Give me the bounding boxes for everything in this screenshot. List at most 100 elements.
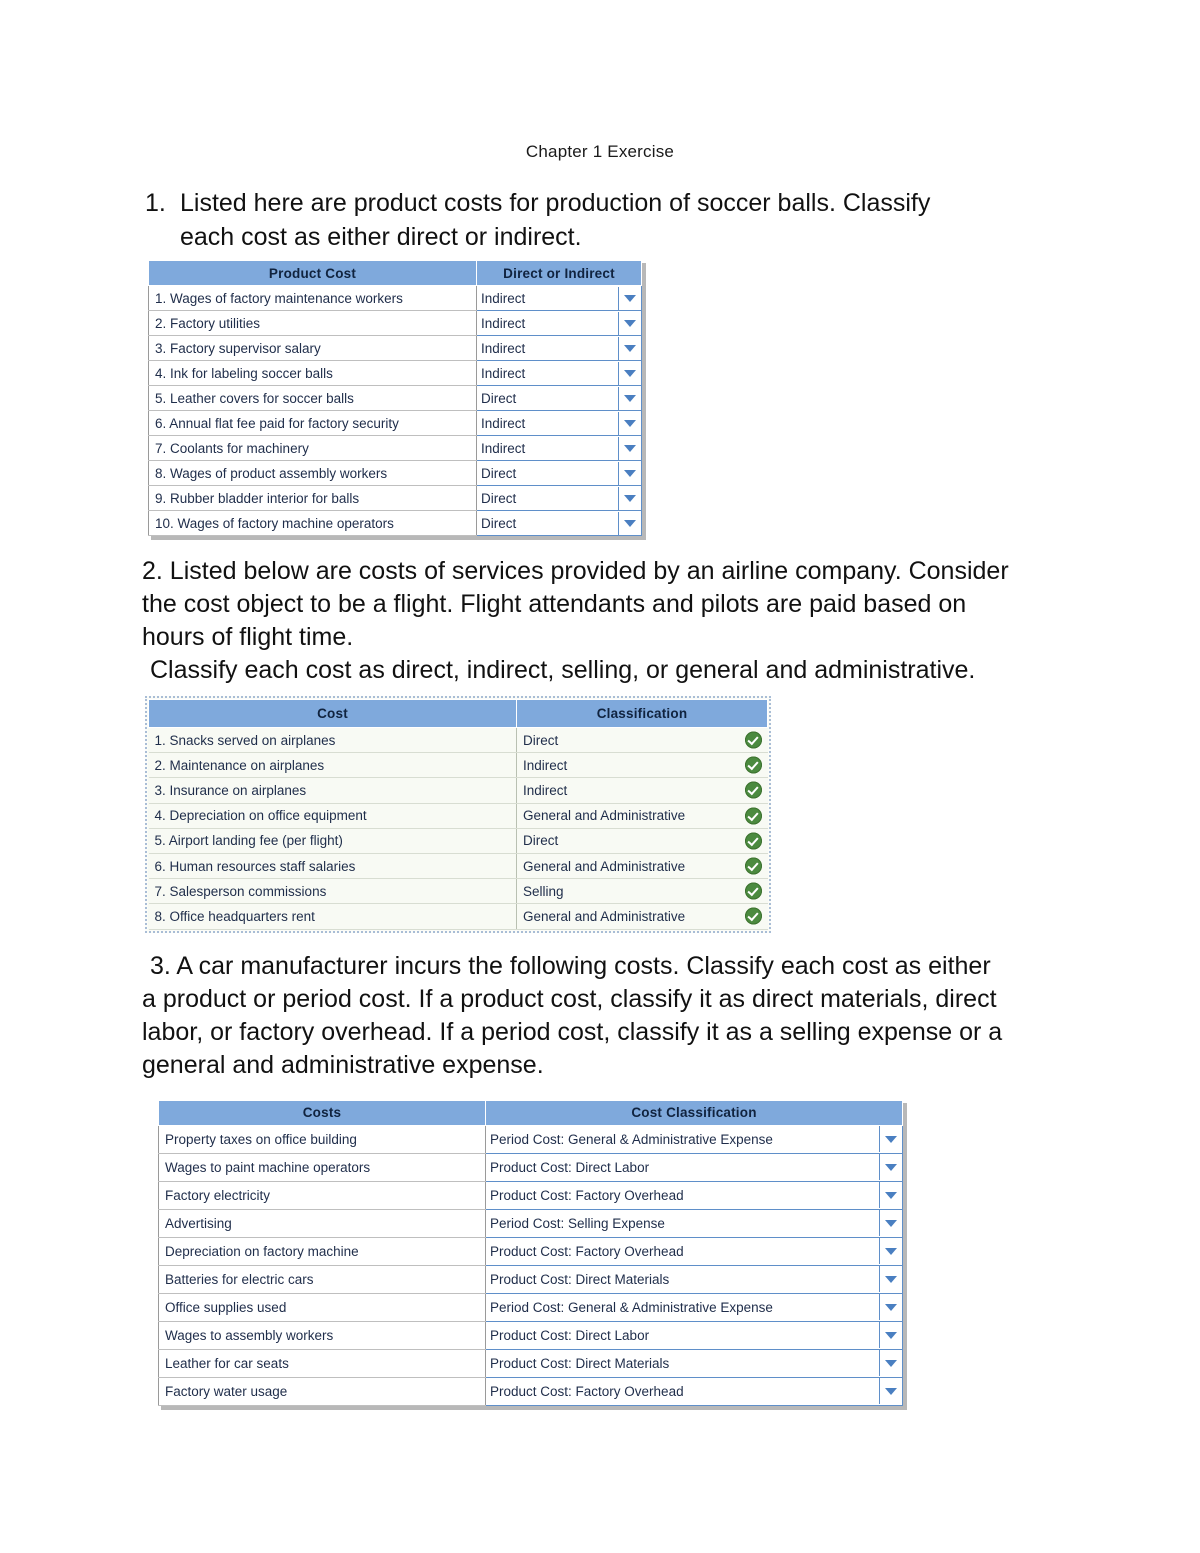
- dropdown-button[interactable]: [619, 411, 641, 435]
- question-1-line-1: 1. Listed here are product costs for pro…: [145, 186, 1060, 220]
- cost-label: 7. Salesperson commissions: [148, 878, 517, 905]
- question-1-text: 1. Listed here are product costs for pro…: [0, 186, 1200, 254]
- dropdown-value: Indirect: [478, 286, 619, 310]
- check-circle-icon: [744, 882, 762, 900]
- dropdown-button[interactable]: [880, 1378, 902, 1404]
- classification-dropdown[interactable]: Product Cost: Factory Overhead: [485, 1236, 903, 1266]
- cost-label: Factory water usage: [158, 1376, 486, 1406]
- question-3-line-2: a product or period cost. If a product c…: [142, 984, 997, 1013]
- cost-label: 3. Factory supervisor salary: [148, 335, 477, 361]
- classification-dropdown[interactable]: Indirect: [476, 310, 642, 336]
- classification-dropdown[interactable]: Period Cost: General & Administrative Ex…: [485, 1292, 903, 1322]
- dropdown-button[interactable]: [880, 1210, 902, 1236]
- classification-cell: Selling: [516, 878, 768, 905]
- dropdown-value: Product Cost: Factory Overhead: [487, 1378, 880, 1404]
- question-1-table-wrapper: Product Cost Direct or Indirect 1. Wages…: [0, 260, 1200, 541]
- dropdown-button[interactable]: [880, 1154, 902, 1180]
- question-2-table-wrapper: Cost Classification 1. Snacks served on …: [0, 696, 1200, 938]
- chevron-down-icon: [885, 1219, 897, 1227]
- dropdown-value: Indirect: [478, 311, 619, 335]
- classification-cell: General and Administrative: [516, 903, 768, 930]
- dropdown-button[interactable]: [619, 336, 641, 360]
- classification-cell: Indirect: [516, 777, 768, 804]
- dropdown-value: Direct: [478, 511, 619, 535]
- cost-label: Office supplies used: [158, 1292, 486, 1322]
- dropdown-button[interactable]: [619, 286, 641, 310]
- cost-label: 7. Coolants for machinery: [148, 435, 477, 461]
- cost-label: 8. Wages of product assembly workers: [148, 460, 477, 486]
- dropdown-value: Indirect: [478, 411, 619, 435]
- table-row: 9. Rubber bladder interior for balls Dir…: [148, 485, 642, 511]
- dropdown-value: Product Cost: Factory Overhead: [487, 1182, 880, 1208]
- cost-label: 9. Rubber bladder interior for balls: [148, 485, 477, 511]
- classification-dropdown[interactable]: Direct: [476, 460, 642, 486]
- classification-dropdown[interactable]: Indirect: [476, 435, 642, 461]
- dropdown-button[interactable]: [880, 1266, 902, 1292]
- classification-value: Direct: [523, 833, 559, 849]
- classification-value: General and Administrative: [523, 808, 686, 824]
- car-cost-table: Costs Cost Classification Property taxes…: [158, 1099, 903, 1406]
- table-row: Factory water usage Product Cost: Factor…: [158, 1376, 903, 1406]
- table-row: 6. Annual flat fee paid for factory secu…: [148, 410, 642, 436]
- classification-dropdown[interactable]: Product Cost: Direct Labor: [485, 1320, 903, 1350]
- classification-dropdown[interactable]: Indirect: [476, 360, 642, 386]
- column-header-costs: Costs: [158, 1099, 486, 1126]
- classification-dropdown[interactable]: Product Cost: Direct Materials: [485, 1348, 903, 1378]
- dropdown-button[interactable]: [619, 436, 641, 460]
- dropdown-button[interactable]: [619, 461, 641, 485]
- classification-dropdown[interactable]: Direct: [476, 510, 642, 536]
- dropdown-button[interactable]: [619, 511, 641, 535]
- dropdown-button[interactable]: [880, 1126, 902, 1152]
- chevron-down-icon: [885, 1247, 897, 1255]
- check-circle-icon: [744, 731, 762, 749]
- classification-dropdown[interactable]: Indirect: [476, 410, 642, 436]
- classification-dropdown[interactable]: Period Cost: Selling Expense: [485, 1208, 903, 1238]
- classification-dropdown[interactable]: Product Cost: Direct Labor: [485, 1152, 903, 1182]
- classification-dropdown[interactable]: Indirect: [476, 335, 642, 361]
- table-row: Depreciation on factory machine Product …: [158, 1236, 903, 1266]
- dropdown-button[interactable]: [880, 1238, 902, 1264]
- classification-dropdown[interactable]: Indirect: [476, 285, 642, 311]
- chevron-down-icon: [885, 1303, 897, 1311]
- table-row: 3. Insurance on airplanes Indirect: [148, 777, 768, 804]
- question-1-number: 1.: [145, 189, 166, 217]
- dropdown-value: Period Cost: General & Administrative Ex…: [487, 1126, 880, 1152]
- table-row: Wages to paint machine operators Product…: [158, 1152, 903, 1182]
- cost-label: 10. Wages of factory machine operators: [148, 510, 477, 536]
- classification-dropdown[interactable]: Product Cost: Direct Materials: [485, 1264, 903, 1294]
- classification-dropdown[interactable]: Product Cost: Factory Overhead: [485, 1180, 903, 1210]
- dropdown-button[interactable]: [619, 486, 641, 510]
- chevron-down-icon: [624, 344, 636, 352]
- dropdown-button[interactable]: [619, 386, 641, 410]
- table-header-row: Costs Cost Classification: [158, 1099, 903, 1126]
- classification-dropdown[interactable]: Period Cost: General & Administrative Ex…: [485, 1124, 903, 1154]
- table-row: 1. Wages of factory maintenance workers …: [148, 285, 642, 311]
- dropdown-value: Indirect: [478, 361, 619, 385]
- classification-dropdown[interactable]: Direct: [476, 485, 642, 511]
- car-cost-table-body: Property taxes on office building Period…: [158, 1124, 903, 1406]
- cost-label: Batteries for electric cars: [158, 1264, 486, 1294]
- classification-dropdown[interactable]: Product Cost: Factory Overhead: [485, 1376, 903, 1406]
- table-row: 2. Factory utilities Indirect: [148, 310, 642, 336]
- dropdown-button[interactable]: [880, 1322, 902, 1348]
- dropdown-button[interactable]: [880, 1182, 902, 1208]
- product-cost-table-body: 1. Wages of factory maintenance workers …: [148, 285, 642, 536]
- table-row: 7. Coolants for machinery Indirect: [148, 435, 642, 461]
- table-row: 5. Leather covers for soccer balls Direc…: [148, 385, 642, 411]
- question-3-table-wrapper: Costs Cost Classification Property taxes…: [0, 1099, 1200, 1411]
- classification-dropdown[interactable]: Direct: [476, 385, 642, 411]
- classification-value: Indirect: [523, 757, 568, 773]
- chevron-down-icon: [885, 1163, 897, 1171]
- table-row: 4. Depreciation on office equipment Gene…: [148, 802, 768, 829]
- document-page: Chapter 1 Exercise 1. Listed here are pr…: [0, 0, 1200, 1553]
- cost-label: Advertising: [158, 1208, 486, 1238]
- question-2-line-4: Classify each cost as direct, indirect, …: [150, 656, 976, 684]
- dropdown-button[interactable]: [880, 1350, 902, 1376]
- dropdown-button[interactable]: [619, 361, 641, 385]
- dropdown-button[interactable]: [880, 1294, 902, 1320]
- check-circle-icon: [744, 756, 762, 774]
- chevron-down-icon: [624, 444, 636, 452]
- dropdown-button[interactable]: [619, 311, 641, 335]
- check-circle-icon: [744, 832, 762, 850]
- table-row: 4. Ink for labeling soccer balls Indirec…: [148, 360, 642, 386]
